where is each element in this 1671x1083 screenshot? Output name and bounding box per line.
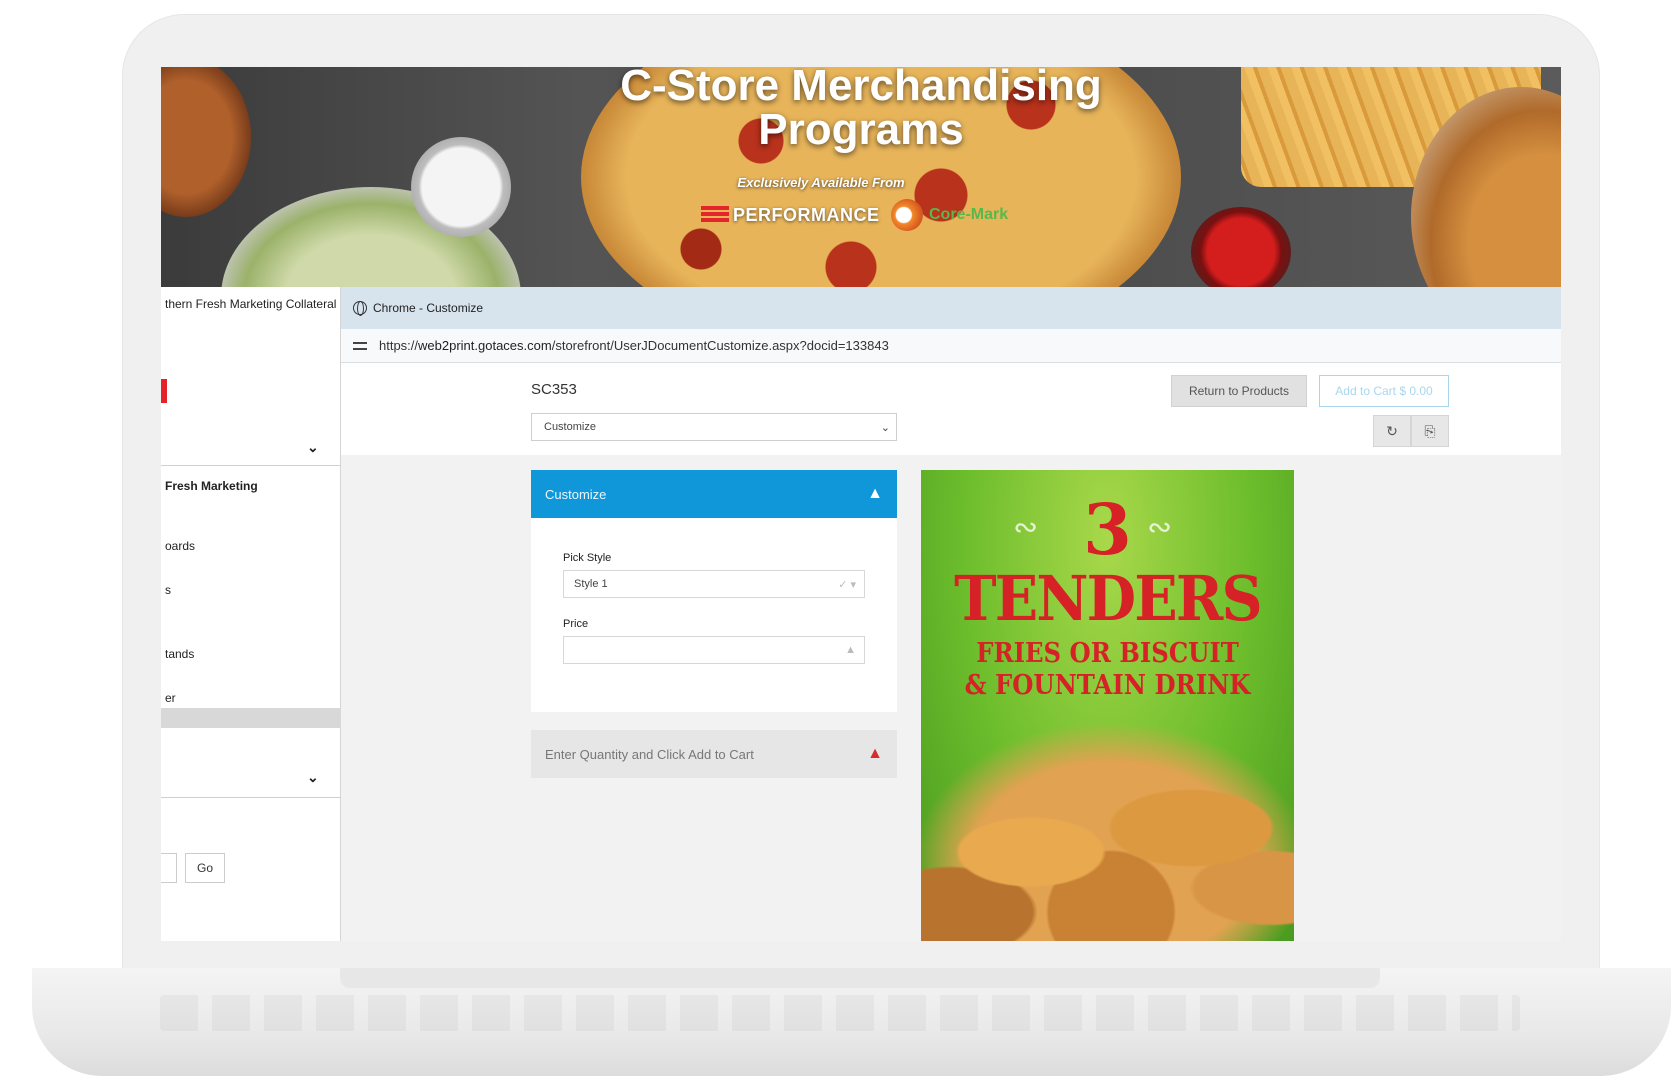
food-image-ketchup (1191, 207, 1291, 287)
poster-headline: TENDERS (954, 562, 1263, 635)
product-preview: ∾ ∾ 3 TENDERS FRIES OR BISCUIT & FOUNTAI… (921, 470, 1294, 941)
performance-logo: PERFORMANCE (701, 202, 880, 228)
banner-subtitle: Exclusively Available From (737, 175, 905, 190)
warning-icon: ▲ (845, 644, 856, 656)
sidebar-divider (161, 465, 341, 466)
return-to-products-button[interactable]: Return to Products (1171, 375, 1307, 407)
pick-style-value: Style 1 (574, 578, 608, 590)
go-button[interactable]: Go (185, 853, 225, 883)
warning-icon: ▲ (867, 745, 883, 762)
laptop-hinge (340, 968, 1380, 988)
url-domain: web2print.gotaces.com (418, 338, 552, 353)
globe-icon (353, 301, 367, 316)
sidebar-search-input[interactable] (161, 853, 177, 883)
hero-banner: C-Store Merchandising Programs Exclusive… (161, 67, 1561, 287)
customize-panel-title: Customize (545, 486, 607, 502)
chevron-down-icon: ⌄ (880, 421, 890, 434)
pick-style-select[interactable]: Style 1 ✓ ▾ (563, 570, 865, 598)
chevron-down-icon[interactable]: ⌄ (307, 439, 319, 456)
poster-line-2: FRIES OR BISCUIT (976, 638, 1239, 669)
customize-panel-body: Pick Style Style 1 ✓ ▾ Price ▲ (531, 518, 897, 712)
page-header: SC353 Customize ⌄ Return to Products Add… (341, 363, 1561, 455)
coremark-logo: Core-Mark (891, 199, 1008, 231)
warning-icon: ▲ (867, 485, 883, 502)
poster-number: 3 (1083, 488, 1132, 571)
refresh-icon[interactable]: ↻ (1373, 415, 1411, 447)
document-code: SC353 (531, 381, 577, 398)
quantity-message-bar[interactable]: Enter Quantity and Click Add to Cart ▲ (531, 730, 897, 778)
laptop-screen: C-Store Merchandising Programs Exclusive… (161, 67, 1561, 941)
address-bar[interactable]: https://web2print.gotaces.com/storefront… (341, 329, 1561, 363)
performance-logo-text: PERFORMANCE (733, 204, 880, 225)
price-input[interactable]: ▲ (563, 636, 865, 664)
sidebar-highlight-bar (161, 708, 341, 728)
laptop-mockup: C-Store Merchandising Programs Exclusive… (0, 0, 1671, 1083)
browser-window: Chrome - Customize https://web2print.got… (341, 287, 1561, 941)
coremark-logo-text: Core-Mark (929, 206, 1009, 223)
view-select[interactable]: Customize ⌄ (531, 413, 897, 441)
chevron-down-icon: ✓ ▾ (838, 578, 856, 591)
fried-chicken-image (921, 720, 1294, 941)
view-select-value: Customize (544, 421, 596, 433)
url-path: /storefront/UserJDocumentCustomize.aspx?… (551, 338, 889, 353)
url-text[interactable]: https://web2print.gotaces.com/storefront… (379, 338, 889, 353)
export-icon[interactable]: ⎘ (1411, 415, 1449, 447)
sidebar-title: thern Fresh Marketing Collateral (165, 297, 337, 311)
browser-title: Chrome - Customize (373, 301, 484, 315)
browser-title-bar: Chrome - Customize (341, 287, 1561, 329)
banner-title-line1: C-Store Merchandising (620, 67, 1102, 110)
customize-panel-header[interactable]: Customize ▲ (531, 470, 897, 518)
performance-logo-mark-icon (701, 206, 729, 224)
laptop-keyboard (160, 995, 1520, 1031)
sidebar-divider (161, 797, 341, 798)
sidebar-item[interactable]: er (165, 691, 176, 705)
banner-title-line2: Programs (758, 105, 964, 154)
add-to-cart-button[interactable]: Add to Cart $ 0.00 (1319, 375, 1449, 407)
sidebar-item[interactable]: s (165, 583, 171, 597)
site-settings-icon[interactable] (353, 340, 367, 352)
pick-style-label: Pick Style (563, 552, 612, 564)
price-label: Price (563, 618, 589, 630)
coremark-logo-mark-icon (891, 199, 923, 231)
sidebar-item[interactable]: oards (165, 539, 195, 553)
sidebar-section-title: Fresh Marketing (165, 479, 258, 493)
sidebar-item[interactable]: tands (165, 647, 194, 661)
url-prefix: https:// (379, 338, 419, 353)
chevron-down-icon[interactable]: ⌄ (307, 769, 319, 786)
quantity-message: Enter Quantity and Click Add to Cart (545, 746, 754, 762)
poster-line-3: & FOUNTAIN DRINK (964, 670, 1251, 701)
sidebar-red-marker (161, 379, 167, 403)
background-sidebar: thern Fresh Marketing Collateral ⌄ Fresh… (161, 287, 341, 941)
